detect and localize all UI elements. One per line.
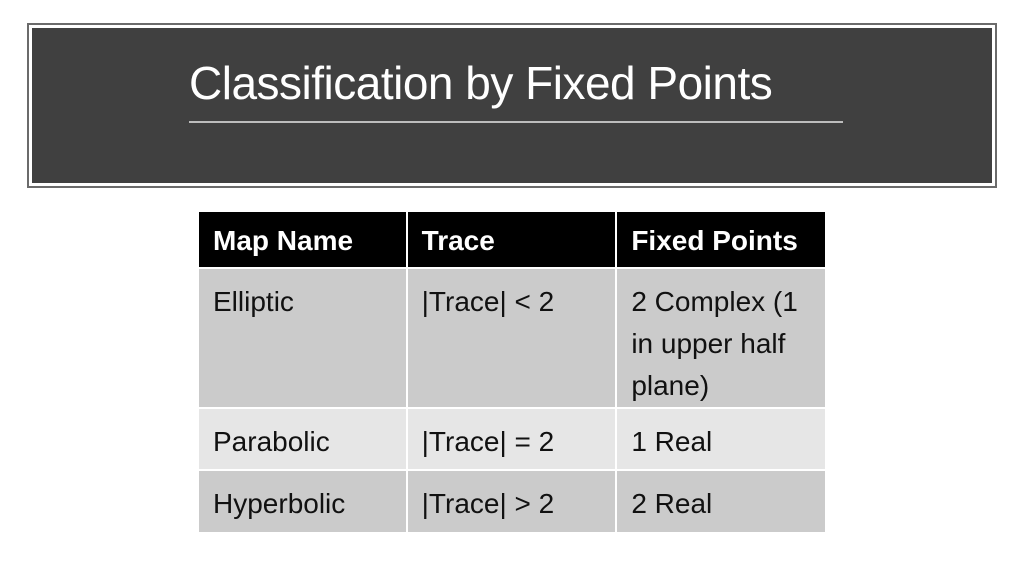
cell-fixed-points: 2 Complex (1 in upper half plane) xyxy=(615,267,827,409)
classification-table: Map Name Trace Fixed Points Elliptic |Tr… xyxy=(197,210,827,534)
table-row: Elliptic |Trace| < 2 2 Complex (1 in upp… xyxy=(197,267,827,409)
title-banner-fill: Classification by Fixed Points xyxy=(32,28,992,183)
cell-map-name: Parabolic xyxy=(197,407,408,471)
slide-title: Classification by Fixed Points xyxy=(189,57,773,109)
header-map-name: Map Name xyxy=(197,210,408,269)
title-banner: Classification by Fixed Points xyxy=(27,23,997,188)
header-fixed-points: Fixed Points xyxy=(615,210,827,269)
cell-trace: |Trace| = 2 xyxy=(405,407,618,471)
title-underline-divider xyxy=(189,121,843,123)
table-row: Parabolic |Trace| = 2 1 Real xyxy=(197,407,827,471)
header-trace: Trace xyxy=(405,210,618,269)
cell-map-name: Hyperbolic xyxy=(197,469,408,534)
cell-trace: |Trace| > 2 xyxy=(405,469,618,534)
cell-fixed-points: 2 Real xyxy=(615,469,827,534)
cell-map-name: Elliptic xyxy=(197,267,408,409)
table-header-row: Map Name Trace Fixed Points xyxy=(197,210,827,269)
cell-trace: |Trace| < 2 xyxy=(405,267,618,409)
cell-fixed-points: 1 Real xyxy=(615,407,827,471)
table-row: Hyperbolic |Trace| > 2 2 Real xyxy=(197,469,827,534)
